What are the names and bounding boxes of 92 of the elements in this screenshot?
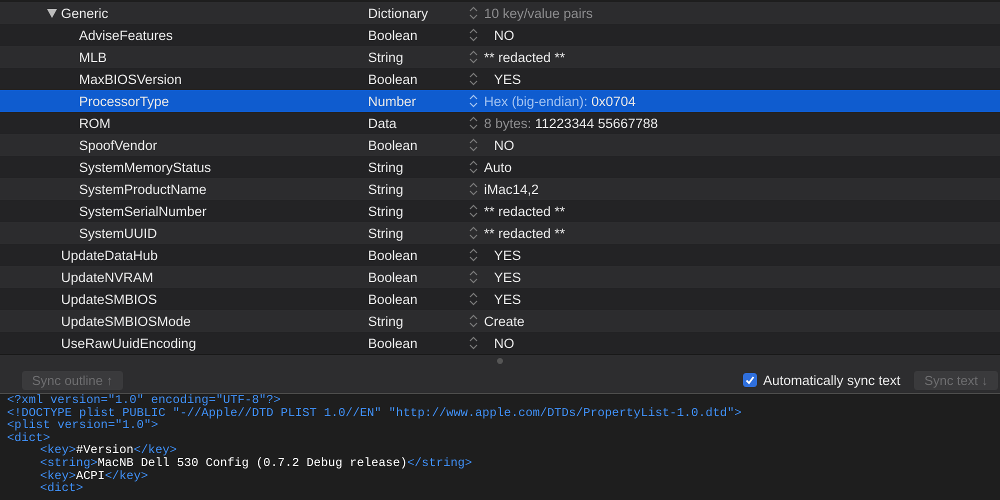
stepper-icon[interactable] — [469, 292, 478, 306]
outline-row[interactable]: ROM Data 8 bytes: 11223344 55667788 — [0, 112, 1000, 134]
code-line: <key>ACPI</key> — [40, 470, 150, 482]
type-label: Data — [368, 116, 398, 130]
code-line: <key>#Version</key> — [40, 444, 178, 457]
stepper-icon[interactable] — [469, 248, 478, 262]
stepper-icon[interactable] — [469, 116, 478, 130]
key-name: ROM — [79, 116, 110, 130]
type-label: String — [368, 204, 404, 218]
key-name: SystemProductName — [79, 182, 207, 196]
checkbox-label[interactable]: Automatically sync text — [763, 372, 900, 388]
outline-row[interactable]: SpoofVendor Boolean NO — [0, 134, 1000, 156]
value-text: NO — [493, 138, 514, 152]
stepper-icon[interactable] — [469, 50, 478, 64]
stepper-icon[interactable] — [469, 138, 478, 152]
value-text: ** redacted ** — [484, 50, 566, 64]
value-text: ** redacted ** — [484, 204, 566, 218]
key-name: ProcessorType — [79, 94, 170, 108]
type-label: Number — [368, 94, 418, 108]
split-handle[interactable] — [497, 358, 503, 364]
outline-row[interactable]: UpdateSMBIOSMode String Create — [0, 310, 1000, 332]
type-label: Boolean — [368, 336, 419, 350]
key-name: UpdateSMBIOS — [61, 292, 158, 306]
code-line: <dict> — [40, 482, 84, 495]
key-name: UpdateDataHub — [61, 248, 158, 262]
value-text: YES — [493, 270, 522, 284]
value-text: Hex (big-endian): 0x0704 — [484, 94, 636, 108]
type-label: Boolean — [368, 138, 419, 152]
value-text: Create — [484, 314, 525, 328]
outline-row[interactable]: SystemUUID String ** redacted ** — [0, 222, 1000, 244]
type-label: String — [368, 314, 404, 328]
stepper-icon[interactable] — [469, 204, 478, 218]
key-name: SystemSerialNumber — [79, 204, 207, 218]
stepper-icon[interactable] — [469, 314, 478, 328]
outline-row[interactable]: SystemProductName String iMac14,2 — [0, 178, 1000, 200]
checkbox[interactable] — [743, 373, 758, 387]
outline-row[interactable]: Generic Dictionary 10 key/value pairs — [0, 2, 1000, 24]
value-text: Auto — [484, 160, 512, 174]
type-label: Boolean — [368, 270, 419, 284]
outline-row[interactable]: SystemSerialNumber String ** redacted ** — [0, 200, 1000, 222]
type-label: Dictionary — [368, 6, 430, 20]
value-text: iMac14,2 — [484, 182, 539, 196]
value-text: 10 key/value pairs — [484, 6, 593, 20]
key-name: MLB — [79, 50, 107, 64]
key-name: SystemUUID — [79, 226, 158, 240]
outline-row[interactable]: MLB String ** redacted ** — [0, 46, 1000, 68]
outline-row[interactable]: ProcessorType Number Hex (big-endian): 0x0704 — [0, 90, 1000, 112]
value-text: YES — [493, 72, 522, 86]
type-label: String — [368, 50, 404, 64]
key-name: UpdateSMBIOSMode — [61, 314, 191, 328]
value-text: ** redacted ** — [484, 226, 566, 240]
key-name: UseRawUuidEncoding — [61, 336, 196, 350]
type-label: String — [368, 226, 404, 240]
outline-row[interactable]: SystemMemoryStatus String Auto — [0, 156, 1000, 178]
type-label: Boolean — [368, 72, 419, 86]
stepper-icon[interactable] — [469, 226, 478, 240]
code-line: <?xml version="1.0" encoding="UTF-8"?> — [7, 394, 282, 407]
outline-row[interactable]: UpdateSMBIOS Boolean YES — [0, 288, 1000, 310]
stepper-icon[interactable] — [469, 28, 478, 42]
type-label: String — [368, 160, 404, 174]
code-line: <dict> — [7, 432, 50, 444]
stepper-icon[interactable] — [469, 72, 478, 86]
value-text: YES — [493, 248, 522, 262]
key-name: AdviseFeatures — [79, 28, 173, 42]
stepper-icon[interactable] — [469, 6, 478, 20]
type-label: String — [368, 182, 404, 196]
key-name: SpoofVendor — [79, 138, 158, 152]
code-line: <string>MacNB Dell 530 Config (0.7.2 Debug release)</string> — [40, 456, 474, 470]
code-line: <!DOCTYPE plist PUBLIC "-//Apple//DTD PLIST 1.0//EN" "http://www.apple.com/DTDs/PropertyList-1.0.dtd"> — [7, 406, 743, 420]
key-name: Generic — [61, 6, 108, 20]
outline-row[interactable]: UseRawUuidEncoding Boolean NO — [0, 332, 1000, 354]
type-label: Boolean — [368, 248, 419, 262]
value-text: NO — [493, 336, 514, 350]
outline-row[interactable]: UpdateDataHub Boolean YES — [0, 244, 1000, 266]
stepper-icon[interactable] — [469, 336, 478, 350]
outline-row[interactable]: AdviseFeatures Boolean NO — [0, 24, 1000, 46]
key-name: UpdateNVRAM — [61, 270, 154, 284]
stepper-icon[interactable] — [469, 270, 478, 284]
key-name: MaxBIOSVersion — [79, 72, 182, 86]
outline-row[interactable]: UpdateNVRAM Boolean YES — [0, 266, 1000, 288]
type-label: Boolean — [368, 28, 419, 42]
disclosure-triangle-icon[interactable] — [47, 8, 57, 18]
stepper-icon[interactable] — [469, 182, 478, 196]
value-text: YES — [493, 292, 522, 306]
stepper-icon[interactable] — [469, 160, 478, 174]
stepper-icon[interactable] — [469, 94, 478, 108]
value-text: 8 bytes: 11223344 55667788 — [484, 116, 658, 130]
value-text: NO — [493, 28, 514, 42]
key-name: SystemMemoryStatus — [79, 160, 212, 174]
type-label: Boolean — [368, 292, 419, 306]
code-line: <plist version="1.0"> — [7, 419, 160, 432]
outline-row[interactable]: MaxBIOSVersion Boolean YES — [0, 68, 1000, 90]
